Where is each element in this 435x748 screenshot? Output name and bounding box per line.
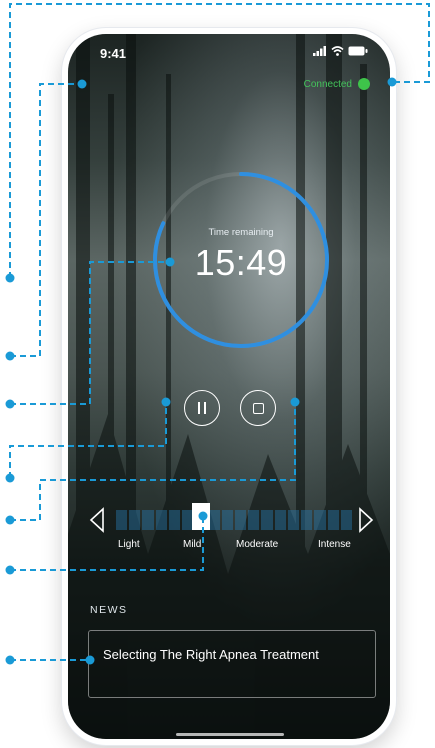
- status-icons: [313, 46, 368, 56]
- pause-button[interactable]: [184, 390, 220, 426]
- time-remaining-label: Time remaining: [208, 227, 274, 238]
- intensity-segment: [142, 510, 154, 530]
- pause-icon-bar: [204, 402, 206, 414]
- connection-status: Connected: [304, 78, 370, 90]
- signal-icon: [313, 46, 326, 56]
- time-remaining-value: 15:49: [194, 242, 288, 283]
- intensity-slider-track[interactable]: [116, 510, 352, 530]
- intensity-segment: [168, 510, 181, 530]
- intensity-segment: [261, 510, 273, 530]
- intensity-label-mild[interactable]: Mild: [183, 539, 201, 550]
- decrease-intensity-arrow-icon[interactable]: [88, 507, 106, 533]
- intensity-segment: [340, 510, 352, 530]
- intensity-label-intense[interactable]: Intense: [318, 539, 351, 550]
- intensity-slider-thumb[interactable]: [192, 503, 210, 530]
- intensity-segment: [155, 510, 167, 530]
- wifi-icon: [331, 46, 344, 56]
- pause-icon: [198, 402, 200, 414]
- news-heading: NEWS: [90, 604, 128, 616]
- home-indicator[interactable]: [176, 733, 284, 736]
- intensity-segment: [287, 510, 300, 530]
- intensity-segment: [327, 510, 339, 530]
- intensity-segment: [314, 510, 326, 530]
- status-bar: 9:41: [68, 34, 390, 74]
- intensity-segment: [221, 510, 233, 530]
- news-item-title: Selecting The Right Apnea Treatment: [103, 647, 319, 662]
- intensity-segment: [274, 510, 286, 530]
- app-screen: 9:41 Connected Time remaining 15:49 Ligh…: [68, 34, 390, 739]
- intensity-segment: [208, 510, 220, 530]
- stop-icon: [252, 402, 264, 414]
- phone-frame: 9:41 Connected Time remaining 15:49 Ligh…: [62, 28, 396, 745]
- connection-dot-icon: [358, 78, 370, 90]
- intensity-segment: [129, 510, 141, 530]
- intensity-segment: [248, 510, 260, 530]
- connection-label: Connected: [303, 78, 352, 90]
- clock-time: 9:41: [100, 46, 127, 61]
- intensity-segment: [234, 510, 247, 530]
- intensity-label-light[interactable]: Light: [118, 539, 140, 550]
- intensity-label-moderate[interactable]: Moderate: [236, 539, 278, 550]
- stop-button[interactable]: [240, 390, 276, 426]
- increase-intensity-arrow-icon[interactable]: [357, 507, 375, 533]
- intensity-segment: [116, 510, 128, 530]
- news-card[interactable]: Selecting The Right Apnea Treatment: [88, 630, 376, 698]
- battery-icon: [348, 46, 368, 56]
- intensity-segment: [301, 510, 313, 530]
